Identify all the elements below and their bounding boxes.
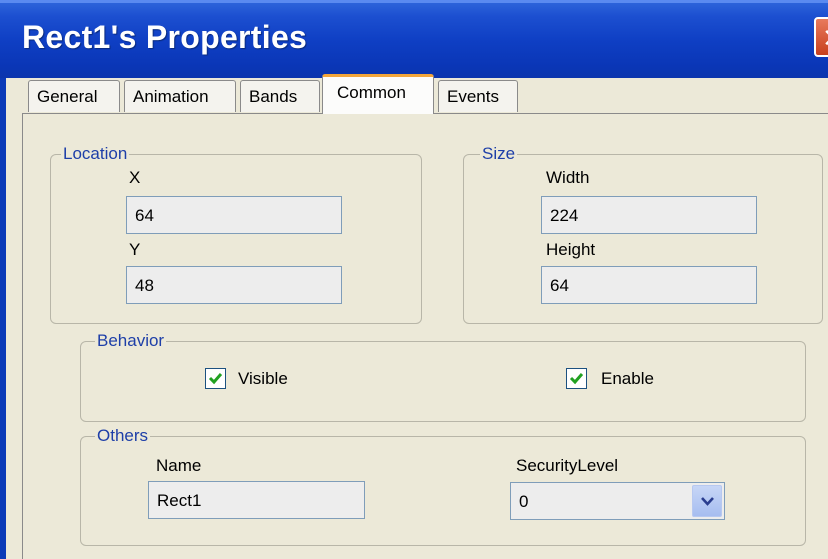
visible-label[interactable]: Visible: [238, 369, 288, 389]
height-input[interactable]: 64: [541, 266, 757, 304]
security-level-label: SecurityLevel: [516, 456, 619, 475]
window-title: Rect1's Properties: [22, 19, 308, 55]
check-icon: [569, 373, 584, 385]
check-icon: [208, 373, 223, 385]
width-input[interactable]: 224: [541, 196, 757, 234]
others-legend: Others: [95, 426, 151, 446]
title-bar: Rect1's Properties ✕: [0, 0, 828, 78]
tab-common[interactable]: Common: [322, 74, 434, 114]
tab-bands[interactable]: Bands: [240, 80, 320, 112]
tab-bar: General Animation Bands Common Events: [0, 74, 828, 118]
behavior-group: Behavior: [80, 331, 806, 422]
tab-general[interactable]: General: [28, 80, 120, 112]
chevron-down-icon: [701, 497, 714, 506]
y-label: Y: [129, 240, 141, 259]
security-level-select[interactable]: 0: [510, 482, 725, 520]
x-label: X: [129, 168, 141, 187]
dropdown-button[interactable]: [692, 485, 722, 517]
tab-animation[interactable]: Animation: [124, 80, 236, 112]
enable-checkbox[interactable]: [566, 368, 587, 389]
close-button[interactable]: ✕: [814, 17, 828, 57]
window-frame-left: [0, 78, 6, 559]
name-input[interactable]: Rect1: [148, 481, 365, 519]
x-input[interactable]: 64: [126, 196, 342, 234]
size-legend: Size: [480, 144, 518, 164]
visible-checkbox[interactable]: [205, 368, 226, 389]
tab-events[interactable]: Events: [438, 80, 518, 112]
y-input[interactable]: 48: [126, 266, 342, 304]
behavior-legend: Behavior: [95, 331, 167, 351]
enable-label[interactable]: Enable: [601, 369, 654, 389]
name-label: Name: [156, 456, 202, 475]
height-label: Height: [546, 240, 596, 259]
security-level-value: 0: [519, 492, 529, 511]
location-legend: Location: [61, 144, 130, 164]
close-icon[interactable]: ✕: [822, 23, 828, 54]
width-label: Width: [546, 168, 590, 187]
